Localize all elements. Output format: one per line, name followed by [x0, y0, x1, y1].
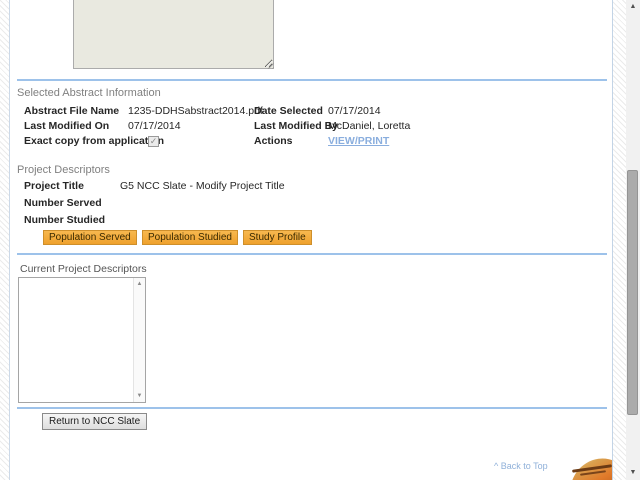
view-print-link[interactable]: VIEW/PRINT [328, 134, 389, 149]
main-content-panel: Selected Abstract Information Abstract F… [9, 0, 613, 480]
current-descriptors-listbox[interactable]: ▲ ▼ [18, 277, 146, 403]
date-selected-value: 07/17/2014 [328, 105, 381, 117]
population-studied-button[interactable]: Population Studied [142, 230, 238, 245]
section-divider [17, 407, 607, 409]
scroll-down-icon[interactable]: ▼ [134, 393, 145, 399]
check-icon: ✓ [149, 136, 158, 146]
abstract-file-name-value: 1235-DDHSabstract2014.pdf [128, 105, 263, 117]
exact-copy-label: Exact copy from application [24, 135, 165, 147]
scroll-down-icon[interactable]: ▼ [626, 466, 640, 480]
last-modified-on-label: Last Modified On [24, 120, 110, 132]
return-to-ncc-slate-button[interactable]: Return to NCC Slate [42, 413, 148, 430]
number-served-label: Number Served [24, 197, 102, 209]
abstract-file-name-label: Abstract File Name [24, 105, 120, 117]
section-divider [17, 79, 607, 81]
back-to-top-link[interactable]: ^ Back to Top [494, 461, 548, 471]
date-selected-label: Date Selected [254, 105, 323, 117]
study-profile-button[interactable]: Study Profile [243, 230, 312, 245]
scroll-up-icon[interactable]: ▲ [626, 0, 640, 14]
last-modified-by-label: Last Modified By [254, 120, 339, 132]
last-modified-by-value: McDaniel, Loretta [328, 120, 411, 132]
number-studied-label: Number Studied [24, 214, 106, 226]
exact-copy-checkbox[interactable]: ✓ [148, 136, 159, 147]
current-descriptors-heading: Current Project Descriptors [20, 263, 147, 275]
section-divider [17, 253, 607, 255]
scrollbar-thumb[interactable] [627, 170, 638, 415]
actions-label: Actions [254, 135, 293, 147]
project-title-label: Project Title [24, 180, 84, 192]
abstract-text-area[interactable] [73, 0, 274, 69]
scroll-up-icon[interactable]: ▲ [134, 281, 145, 287]
listbox-scrollbar[interactable]: ▲ ▼ [133, 278, 145, 402]
last-modified-on-value: 07/17/2014 [128, 120, 181, 132]
page-scrollbar[interactable]: ▲ ▼ [626, 0, 640, 480]
project-title-value: G5 NCC Slate - Modify Project Title [120, 180, 285, 192]
abstract-section-heading: Selected Abstract Information [17, 87, 161, 99]
page: { "colors": { "divider_blue": "#9dc2ea",… [0, 0, 640, 480]
population-served-button[interactable]: Population Served [43, 230, 137, 245]
decorative-artwork [566, 455, 612, 480]
project-section-heading: Project Descriptors [17, 164, 110, 176]
